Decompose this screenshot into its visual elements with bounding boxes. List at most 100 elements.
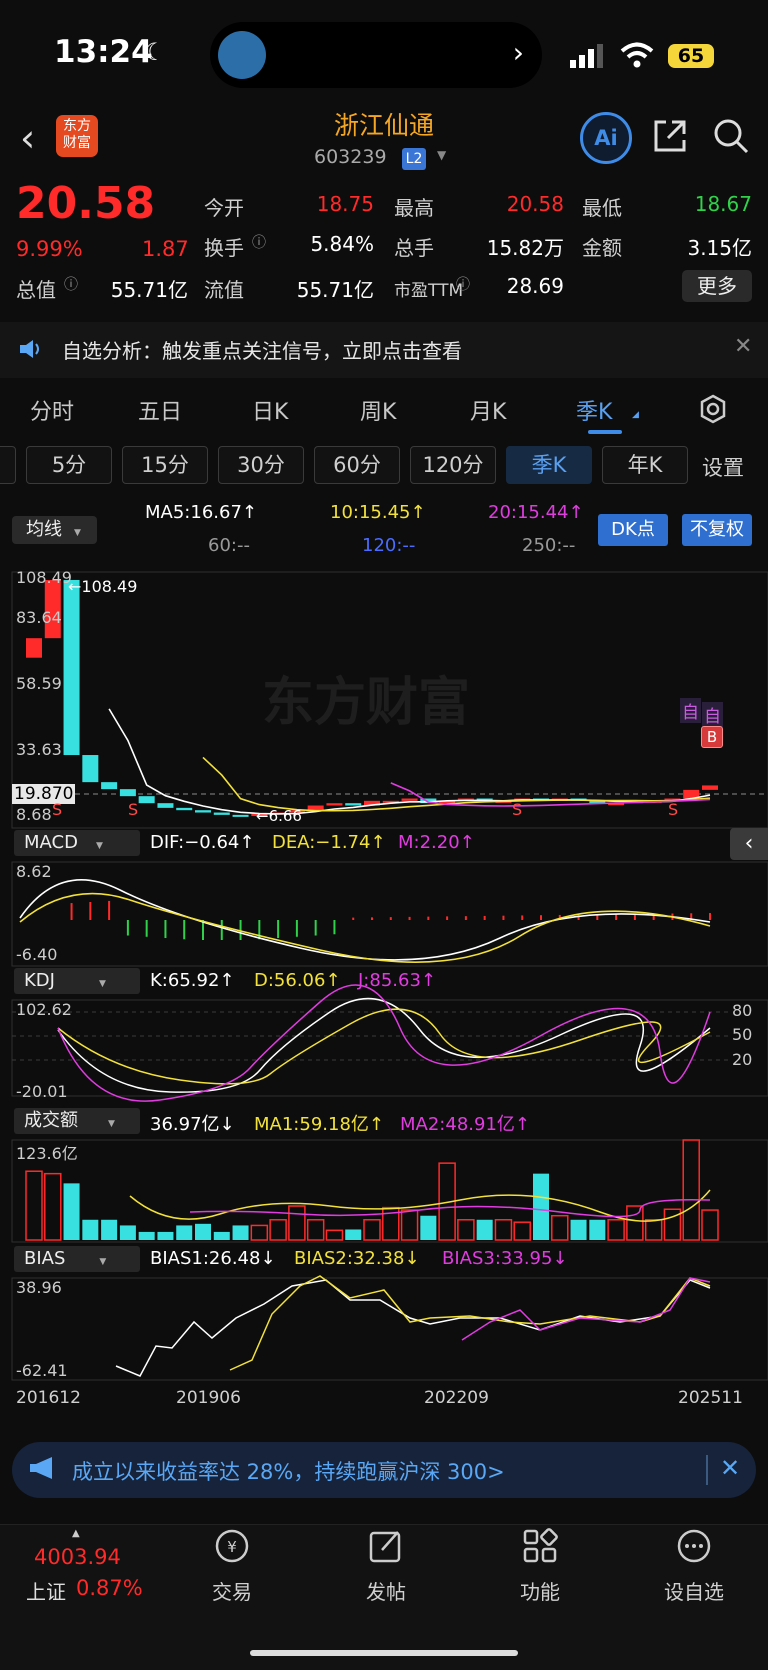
- nav-post[interactable]: 发帖: [341, 1576, 431, 1605]
- interval-30m[interactable]: 30分: [218, 446, 304, 484]
- float-cap-value: 55.71亿: [296, 278, 374, 302]
- turnover-value: 36.97亿↓: [150, 1114, 235, 1135]
- volume-bar: [513, 1221, 531, 1241]
- interval-settings-button[interactable]: 设置: [702, 452, 744, 482]
- kdj-y-top: 102.62: [16, 1000, 72, 1019]
- volume-bar: [325, 1229, 344, 1241]
- ai-assistant-button[interactable]: Ai: [580, 112, 632, 164]
- volume-bar: [420, 1215, 437, 1240]
- turnover-select[interactable]: 成交额 ▼: [14, 1108, 140, 1134]
- interval-5m[interactable]: 5分: [26, 446, 112, 484]
- high-value: 20.58: [506, 192, 564, 216]
- ma-select[interactable]: 均线 ▼: [12, 516, 97, 544]
- trade-icon[interactable]: ¥: [214, 1528, 250, 1564]
- tab-daily-k[interactable]: 日K: [252, 394, 288, 426]
- candle: [63, 579, 80, 756]
- index-name[interactable]: 上证: [26, 1576, 66, 1605]
- interval-15m[interactable]: 15分: [122, 446, 208, 484]
- open-value: 18.75: [316, 192, 374, 216]
- interval-yearly[interactable]: 年K: [602, 446, 688, 484]
- market-cap-value: 55.71亿: [110, 278, 188, 302]
- bias-select-label: BIAS: [24, 1248, 66, 1269]
- nav-features[interactable]: 功能: [495, 1576, 585, 1605]
- float-cap-label: 流值: [204, 278, 244, 302]
- volume-bar: [457, 1219, 475, 1241]
- interval-quarterly[interactable]: 季K: [506, 446, 592, 484]
- ma60-value: 60:--: [208, 535, 250, 556]
- close-icon[interactable]: ✕: [734, 334, 752, 359]
- dk-point-button[interactable]: DK点: [598, 514, 668, 546]
- search-icon[interactable]: [712, 117, 750, 155]
- interval-prev-stub[interactable]: [0, 446, 16, 484]
- candle: [138, 796, 155, 804]
- macd-select[interactable]: MACD ▼: [14, 830, 140, 856]
- speaker-icon: [20, 340, 39, 358]
- tab-dropdown-icon[interactable]: ◢: [632, 410, 639, 420]
- no-adjust-button[interactable]: 不复权: [682, 514, 752, 546]
- add-watchlist-icon[interactable]: [676, 1528, 712, 1564]
- tab-five-day[interactable]: 五日: [138, 394, 182, 426]
- max-price-marker: ←108.49: [68, 577, 138, 596]
- kdj-select[interactable]: KDJ ▼: [14, 968, 140, 994]
- tab-weekly-k[interactable]: 周K: [360, 394, 396, 426]
- gear-icon[interactable]: [698, 394, 728, 424]
- candle: [119, 789, 136, 797]
- volume-bar: [44, 1172, 62, 1241]
- index-value[interactable]: 4003.94: [34, 1545, 121, 1569]
- caret-down-icon: ▼: [74, 528, 81, 538]
- caret-down-icon[interactable]: ▼: [437, 148, 446, 162]
- home-indicator: [250, 1650, 518, 1656]
- date-label: 201906: [176, 1388, 241, 1408]
- y-label-3: 58.59: [16, 674, 62, 693]
- post-icon[interactable]: [368, 1528, 404, 1564]
- more-button[interactable]: 更多: [682, 270, 752, 302]
- ma250-value: 250:--: [522, 535, 576, 556]
- nav-add-watchlist[interactable]: 设自选: [649, 1576, 739, 1605]
- volume-bar: [570, 1219, 587, 1240]
- volume-bar: [269, 1219, 287, 1241]
- collapse-panel-button[interactable]: ‹: [730, 828, 768, 860]
- info-icon[interactable]: ⓘ: [64, 274, 78, 294]
- bias3: BIAS3:33.95↓: [442, 1248, 568, 1269]
- y-label-4: 33.63: [16, 740, 62, 759]
- interval-60m[interactable]: 60分: [314, 446, 400, 484]
- index-change[interactable]: 0.87%: [76, 1576, 143, 1600]
- features-icon[interactable]: [522, 1528, 558, 1564]
- kdj-d: D:56.06↑: [254, 970, 341, 991]
- close-icon[interactable]: ✕: [720, 1454, 740, 1482]
- info-icon[interactable]: ⓘ: [456, 274, 470, 294]
- kdj-level-50: 50: [732, 1025, 753, 1044]
- volume-bar: [400, 1209, 419, 1241]
- ma20-value: 20:15.44↑: [488, 502, 584, 523]
- tab-monthly-k[interactable]: 月K: [470, 394, 506, 426]
- change-amount: 1.87: [142, 237, 189, 261]
- volume-bar: [213, 1231, 230, 1240]
- info-icon[interactable]: ⓘ: [252, 232, 266, 252]
- volume-bar: [250, 1224, 269, 1241]
- sell-marker: S: [52, 800, 63, 819]
- min-price-marker: ←6.66: [256, 807, 302, 825]
- macd-dif: DIF:−0.64↑: [150, 832, 255, 853]
- promo-text[interactable]: 成立以来收益率达 28%，持续跑赢沪深 300>: [72, 1456, 505, 1486]
- current-price-tag: 19.870: [12, 784, 76, 804]
- volume-bar: [25, 1170, 43, 1241]
- turnover-ma2: MA2:48.91亿↑: [400, 1114, 530, 1135]
- candle: [101, 782, 118, 790]
- dynamic-island[interactable]: ›: [210, 22, 542, 88]
- volume-bar: [476, 1219, 493, 1240]
- tab-quarterly-k[interactable]: 季K: [576, 394, 612, 426]
- volume-bar: [682, 1139, 700, 1241]
- panel-frame: [11, 999, 768, 1097]
- tab-intraday[interactable]: 分时: [30, 394, 74, 426]
- nav-trade[interactable]: 交易: [187, 1576, 277, 1605]
- notice-text[interactable]: 自选分析：触发重点关注信号，立即点击查看: [62, 335, 462, 364]
- volume-bar: [119, 1225, 136, 1240]
- turnover-ma1: MA1:59.18亿↑: [254, 1114, 384, 1135]
- share-icon[interactable]: [652, 118, 688, 154]
- kdj-select-label: KDJ: [24, 970, 55, 991]
- amount-value: 3.15亿: [687, 236, 752, 260]
- bias-select[interactable]: BIAS ▼: [14, 1246, 140, 1272]
- interval-120m[interactable]: 120分: [410, 446, 496, 484]
- level2-badge[interactable]: L2: [402, 148, 426, 170]
- island-app-icon: [218, 31, 266, 79]
